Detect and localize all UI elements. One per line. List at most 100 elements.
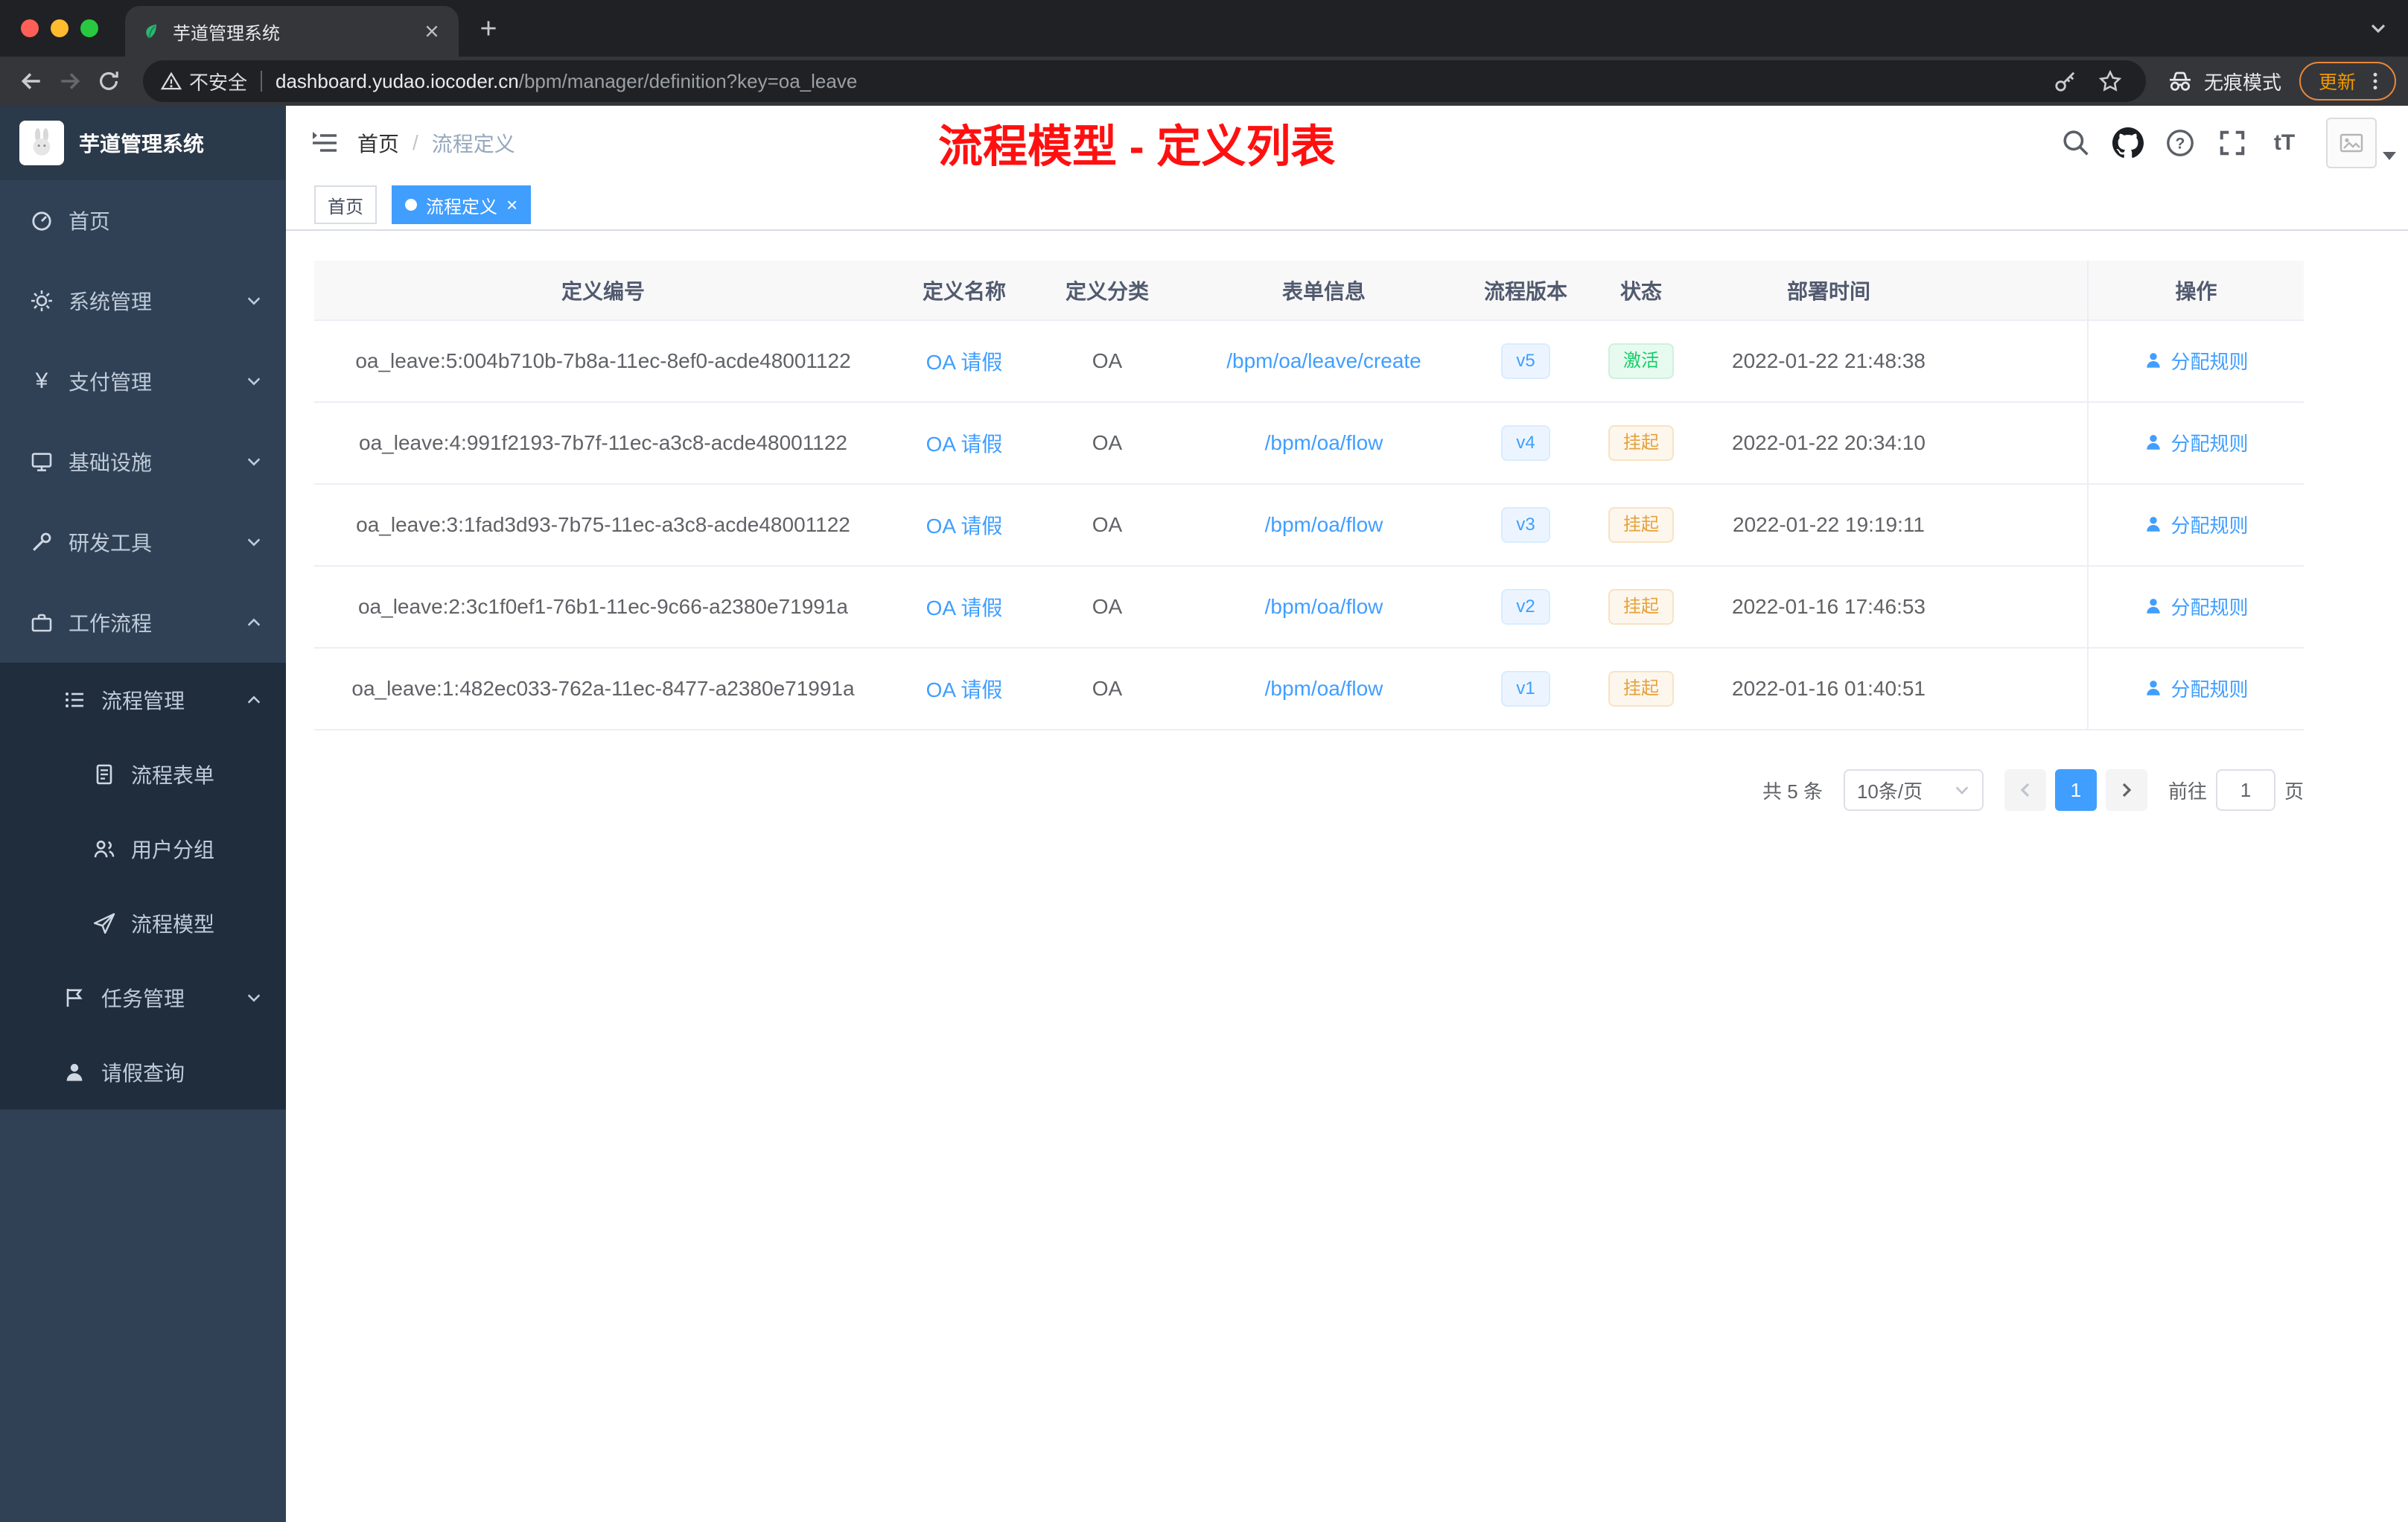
tab-search-icon[interactable] (2369, 0, 2387, 57)
version-tag: v5 (1501, 343, 1550, 379)
sidebar-item-process-model[interactable]: 流程模型 (0, 886, 286, 961)
sidebar-item-devtools[interactable]: 研发工具 (0, 502, 286, 582)
sidebar-item-home[interactable]: 首页 (0, 180, 286, 261)
help-icon[interactable]: ? (2164, 127, 2197, 159)
version-tag: v3 (1501, 507, 1550, 543)
assign-rule-link[interactable]: 分配规则 (2144, 511, 2249, 538)
tag-process-definition[interactable]: 流程定义 × (392, 185, 532, 224)
definition-id: oa_leave:4:991f2193-7b7f-11ec-a3c8-acde4… (314, 402, 892, 485)
assign-rule-label: 分配规则 (2170, 514, 2249, 537)
deploy-time: 2022-01-22 21:48:38 (1701, 320, 1957, 403)
column-header: 定义名称 (892, 261, 1036, 321)
update-menu-button[interactable]: 更新 (2299, 62, 2396, 101)
zoom-window-button[interactable] (80, 19, 98, 37)
definition-id: oa_leave:1:482ec033-762a-11ec-8477-a2380… (314, 648, 892, 730)
avatar-dropdown[interactable] (2326, 118, 2396, 168)
security-chip[interactable]: 不安全 (161, 68, 247, 95)
sidebar-item-leave-query[interactable]: 请假查询 (0, 1035, 286, 1109)
sidebar-item-task-management[interactable]: 任务管理 (0, 961, 286, 1035)
sidebar-item-system[interactable]: 系统管理 (0, 261, 286, 341)
table-row: oa_leave:4:991f2193-7b7f-11ec-a3c8-acde4… (314, 402, 2304, 485)
assign-rule-label: 分配规则 (2170, 678, 2249, 701)
cell-spacer (1957, 566, 2088, 649)
favicon (140, 21, 161, 42)
sidebar-item-process-management[interactable]: 流程管理 (0, 663, 286, 737)
app-logo-row: 芋道管理系统 (0, 106, 286, 180)
definition-name-link[interactable]: OA 请假 (926, 433, 1003, 456)
sidebar-item-payment[interactable]: ¥ 支付管理 (0, 341, 286, 421)
table-row: oa_leave:5:004b710b-7b8a-11ec-8ef0-acde4… (314, 320, 2304, 403)
assign-rule-link[interactable]: 分配规则 (2144, 429, 2249, 456)
fullscreen-icon[interactable] (2216, 127, 2249, 159)
column-header: 定义分类 (1036, 261, 1178, 321)
address-bar[interactable]: 不安全 dashboard.yudao.iocoder.cn/bpm/manag… (143, 60, 2146, 102)
definition-name-link[interactable]: OA 请假 (926, 678, 1003, 701)
version-tag: v4 (1501, 425, 1550, 461)
update-label: 更新 (2318, 72, 2356, 93)
close-window-button[interactable] (21, 19, 39, 37)
sidebar-item-infrastructure[interactable]: 基础设施 (0, 421, 286, 502)
search-icon[interactable] (2060, 127, 2092, 159)
total-count-label: 共 5 条 (1762, 780, 1823, 803)
breadcrumb: 首页 / 流程定义 (357, 128, 515, 158)
assign-rule-link[interactable]: 分配规则 (2144, 675, 2249, 702)
form-link[interactable]: /bpm/oa/leave/create (1226, 349, 1421, 372)
user-group-icon (92, 837, 116, 861)
hamburger-icon[interactable] (286, 128, 357, 158)
sidebar-item-process-form[interactable]: 流程表单 (0, 737, 286, 812)
pagination: 共 5 条 10条/页 1 前往 1 页 (314, 769, 2304, 811)
form-link[interactable]: /bpm/oa/flow (1265, 595, 1383, 618)
page-size-select[interactable]: 10条/页 (1843, 769, 1984, 811)
minimize-window-button[interactable] (51, 19, 69, 37)
password-key-icon[interactable] (2048, 63, 2083, 99)
definition-table-body: oa_leave:5:004b710b-7b8a-11ec-8ef0-acde4… (314, 320, 2304, 730)
cell-spacer (1957, 648, 2088, 730)
reload-button[interactable] (89, 62, 128, 101)
form-link[interactable]: /bpm/oa/flow (1265, 677, 1383, 700)
sidebar-item-user-group[interactable]: 用户分组 (0, 812, 286, 886)
address-divider (261, 71, 263, 92)
chevron-down-icon (1954, 782, 1970, 798)
breadcrumb-separator: / (413, 131, 418, 154)
prev-page-button[interactable] (2004, 769, 2046, 811)
sidebar-item-label: 研发工具 (69, 532, 153, 555)
goto-page-input[interactable] (2215, 769, 2275, 811)
definition-category: OA (1036, 402, 1178, 485)
avatar (2326, 118, 2377, 168)
definition-name-link[interactable]: OA 请假 (926, 596, 1003, 620)
flag-icon (63, 986, 86, 1010)
chevron-up-icon (246, 692, 262, 708)
screen: 芋道管理系统 不安全 dashboard.yudao.iocoder.cn/bp… (0, 0, 2408, 1522)
breadcrumb-home-link[interactable]: 首页 (357, 128, 399, 158)
chevron-up-icon (246, 614, 262, 631)
new-tab-button[interactable] (468, 7, 509, 49)
caret-down-icon (2383, 150, 2396, 161)
tab-close-icon[interactable] (420, 19, 444, 43)
tag-close-icon[interactable]: × (506, 195, 517, 214)
sidebar-item-label: 任务管理 (101, 987, 185, 1010)
back-button[interactable] (12, 62, 51, 101)
goto-page: 前往 页 (2168, 769, 2304, 811)
navbar-actions: ? tT (2060, 118, 2408, 168)
tag-home[interactable]: 首页 (314, 185, 377, 224)
page-number-button[interactable]: 1 (2054, 769, 2097, 811)
status-tag: 激活 (1608, 343, 1674, 379)
forward-button[interactable] (51, 62, 89, 101)
font-size-icon[interactable]: tT (2268, 127, 2301, 159)
form-link[interactable]: /bpm/oa/flow (1265, 513, 1383, 536)
url-path: /bpm/manager/definition?key=oa_leave (518, 69, 858, 92)
cell-spacer (1957, 320, 2088, 403)
bookmark-star-icon[interactable] (2092, 63, 2128, 99)
assign-rule-link[interactable]: 分配规则 (2144, 593, 2249, 620)
active-dot (405, 199, 417, 211)
github-icon[interactable] (2112, 127, 2144, 159)
next-page-button[interactable] (2105, 769, 2147, 811)
definition-name-link[interactable]: OA 请假 (926, 515, 1003, 538)
form-link[interactable]: /bpm/oa/flow (1265, 431, 1383, 454)
assign-rule-label: 分配规则 (2170, 596, 2249, 619)
assign-rule-link[interactable]: 分配规则 (2144, 347, 2249, 375)
browser-tab[interactable]: 芋道管理系统 (125, 6, 459, 57)
sidebar-item-workflow[interactable]: 工作流程 (0, 582, 286, 663)
window-controls (0, 19, 125, 37)
definition-name-link[interactable]: OA 请假 (926, 351, 1003, 374)
